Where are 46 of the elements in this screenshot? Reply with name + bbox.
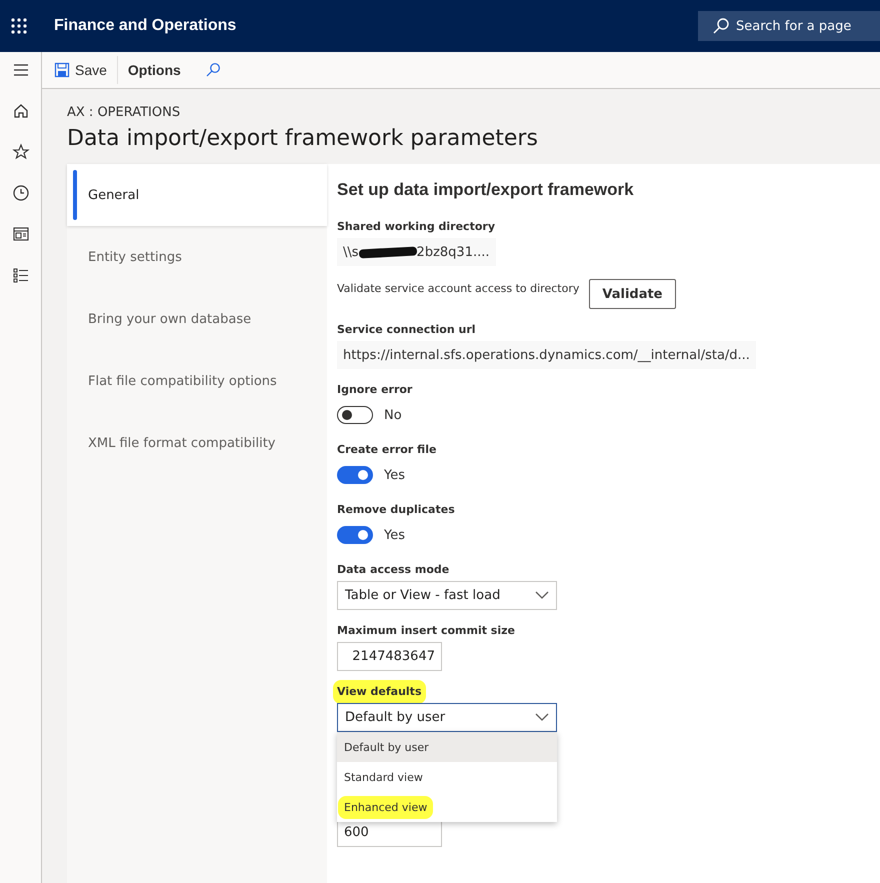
- app-launcher-icon[interactable]: [10, 17, 28, 35]
- dropdown[interactable]: Default by user: [337, 703, 557, 732]
- chevron-icon: [535, 591, 549, 600]
- app-title: Finance and Operations: [54, 17, 236, 35]
- field-label: Validate service account access to directory: [337, 281, 580, 295]
- field-label: Create error file: [337, 442, 436, 458]
- vertical-tab[interactable]: Bring your own database: [67, 288, 327, 350]
- dropdown-option[interactable]: Default by user: [337, 732, 557, 762]
- field-label: View defaults: [337, 684, 422, 700]
- dropdown-option[interactable]: Standard view: [337, 762, 557, 792]
- readonly-field: \\s 2bz8q31....: [337, 238, 496, 266]
- field-label: Service connection url: [337, 322, 476, 338]
- toggle-switch[interactable]: [337, 466, 373, 484]
- clock-icon[interactable]: [12, 184, 30, 202]
- field-label: Ignore error: [337, 382, 412, 398]
- readonly-field: https://internal.sfs.operations.dynamics.com/__internal/sta/d...: [337, 341, 756, 369]
- dropdown[interactable]: Table or View - fast load: [337, 581, 557, 610]
- toggle-value: No: [384, 408, 402, 422]
- save-button[interactable]: Save: [54, 62, 117, 78]
- validate-button[interactable]: Validate: [589, 279, 676, 309]
- vertical-tab[interactable]: Entity settings: [67, 226, 327, 288]
- home-icon[interactable]: [12, 102, 30, 120]
- toggle-value: Yes: [384, 468, 405, 482]
- field-label: Data access mode: [337, 562, 450, 578]
- page-title: Data import/export framework parameters: [67, 126, 539, 151]
- breadcrumb: AX : OPERATIONS: [67, 105, 182, 120]
- toggle-switch[interactable]: [337, 406, 373, 424]
- star-icon[interactable]: [12, 143, 30, 161]
- list-icon[interactable]: [12, 266, 30, 284]
- number-field[interactable]: 2147483647: [337, 642, 442, 671]
- search-field[interactable]: Search for a page: [698, 11, 880, 41]
- field-label: Shared working directory: [337, 219, 495, 235]
- workspace-icon[interactable]: [12, 225, 30, 243]
- field-label: Maximum insert commit size: [337, 623, 515, 639]
- vertical-tab[interactable]: General: [67, 164, 327, 226]
- options-button[interactable]: Options: [116, 56, 191, 84]
- toggle-value: Yes: [384, 528, 405, 542]
- search-icon: [712, 17, 730, 35]
- search-icon[interactable]: [204, 62, 221, 78]
- vertical-tab[interactable]: XML file format compatibility: [67, 412, 327, 474]
- section-title: Set up data import/export framework: [337, 180, 635, 200]
- save-icon: [54, 62, 70, 78]
- field-label: Remove duplicates: [337, 502, 455, 518]
- vertical-tab[interactable]: Flat file compatibility options: [67, 350, 327, 412]
- chevron-icon: [535, 713, 549, 722]
- toggle-switch[interactable]: [337, 526, 373, 544]
